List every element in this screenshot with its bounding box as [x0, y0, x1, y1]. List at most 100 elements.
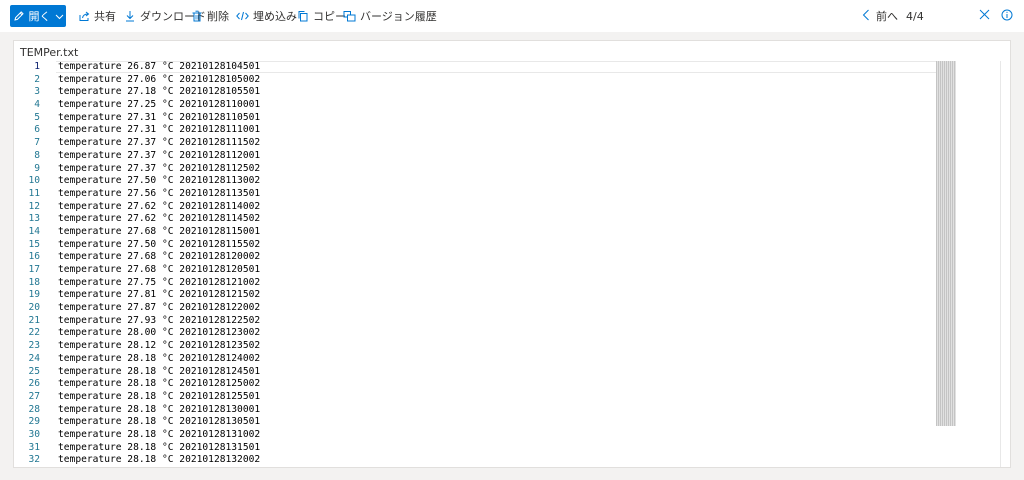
editor-line[interactable]: 7 temperature 27.37 °C 20210128111502 [14, 137, 260, 150]
line-number: 24 [28, 352, 40, 364]
editor-line[interactable]: 18 temperature 27.75 °C 20210128121002 [14, 277, 260, 290]
editor-line[interactable]: 9 temperature 27.37 °C 20210128112502 [14, 163, 260, 176]
line-text: temperature 28.18 °C 20210128131002 [58, 428, 261, 440]
close-button[interactable] [976, 8, 992, 24]
editor-line[interactable]: 3 temperature 27.18 °C 20210128105501 [14, 86, 260, 99]
line-number: 1 [34, 61, 40, 72]
line-number: 6 [34, 124, 40, 136]
command-bar: 開く 共有 ダウンロード 削除 埋め込み コピー バージョン履歴 前へ 4/4 [0, 0, 1024, 32]
line-text: temperature 28.12 °C 20210128123502 [58, 340, 261, 352]
editor-line[interactable]: 17 temperature 27.68 °C 20210128120501 [14, 264, 260, 277]
editor-line[interactable]: 20 temperature 27.87 °C 20210128122002 [14, 302, 260, 315]
line-number: 19 [28, 289, 40, 301]
close-icon [979, 9, 990, 23]
delete-label: 削除 [207, 10, 229, 23]
line-text: temperature 27.75 °C 20210128121002 [58, 276, 261, 288]
line-number: 28 [28, 403, 40, 415]
open-button-label: 開く [28, 10, 51, 23]
editor-line[interactable]: 24 temperature 28.18 °C 20210128124002 [14, 353, 260, 366]
line-number: 17 [28, 264, 40, 275]
line-text: temperature 28.18 °C 20210128132002 [58, 454, 261, 466]
embed-icon [236, 10, 249, 22]
editor-line[interactable]: 4 temperature 27.25 °C 20210128110001 [14, 99, 260, 112]
line-text: temperature 27.62 °C 20210128114002 [58, 200, 261, 212]
line-number: 18 [28, 276, 40, 288]
editor-lines: 1 temperature 26.87 °C 20210128104501 2 tem… [14, 61, 260, 467]
editor-line[interactable]: 5 temperature 27.31 °C 20210128110501 [14, 112, 260, 125]
line-text: temperature 27.62 °C 20210128114502 [58, 213, 261, 225]
line-number: 10 [28, 175, 40, 187]
line-text: temperature 28.18 °C 20210128130001 [58, 403, 261, 415]
line-text: temperature 27.87 °C 20210128122002 [58, 302, 261, 314]
info-button[interactable] [999, 8, 1015, 24]
code-editor[interactable]: 1 temperature 26.87 °C 20210128104501 2 tem… [14, 61, 1010, 467]
copy-button[interactable]: コピー [297, 8, 346, 24]
line-text: temperature 27.31 °C 20210128110501 [58, 111, 261, 123]
editor-line[interactable]: 11 temperature 27.56 °C 20210128113501 [14, 188, 260, 201]
editor-line[interactable]: 23 temperature 28.12 °C 20210128123502 [14, 340, 260, 353]
editor-line[interactable]: 16 temperature 27.68 °C 20210128120002 [14, 251, 260, 264]
editor-line[interactable]: 26 temperature 28.18 °C 20210128125002 [14, 378, 260, 391]
line-number: 9 [34, 162, 40, 174]
share-button[interactable]: 共有 [78, 8, 116, 24]
minimap-slider[interactable] [936, 61, 956, 426]
line-text: temperature 27.25 °C 20210128110001 [58, 99, 261, 111]
line-number: 21 [28, 314, 40, 326]
line-text: temperature 28.18 °C 20210128125501 [58, 390, 261, 402]
editor-line[interactable]: 25 temperature 28.18 °C 20210128124501 [14, 366, 260, 379]
embed-label: 埋め込み [253, 10, 297, 23]
editor-line[interactable]: 32 temperature 28.18 °C 20210128132002 [14, 454, 260, 467]
editor-line[interactable]: 19 temperature 27.81 °C 20210128121502 [14, 289, 260, 302]
line-text: temperature 26.87 °C 20210128104501 [58, 61, 261, 72]
line-number: 29 [28, 416, 40, 428]
editor-line[interactable]: 28 temperature 28.18 °C 20210128130001 [14, 404, 260, 417]
line-text: temperature 27.68 °C 20210128120501 [58, 264, 261, 275]
editor-line[interactable]: 14 temperature 27.68 °C 20210128115001 [14, 226, 260, 239]
open-button[interactable]: 開く [10, 5, 66, 27]
editor-line[interactable]: 1 temperature 26.87 °C 20210128104501 [14, 61, 260, 74]
share-label: 共有 [94, 10, 116, 23]
embed-button[interactable]: 埋め込み [236, 8, 297, 24]
editor-line[interactable]: 15 temperature 27.50 °C 20210128115502 [14, 239, 260, 252]
editor-line[interactable]: 22 temperature 28.00 °C 20210128123002 [14, 327, 260, 340]
line-number: 31 [28, 441, 40, 453]
version-history-button[interactable]: バージョン履歴 [343, 8, 437, 24]
chevron-left-icon [862, 9, 870, 24]
editor-line[interactable]: 27 temperature 28.18 °C 20210128125501 [14, 391, 260, 404]
line-text: temperature 27.50 °C 20210128115502 [58, 238, 261, 250]
line-number: 25 [28, 365, 40, 377]
line-number: 8 [34, 149, 40, 161]
line-number: 14 [28, 225, 40, 237]
chevron-down-icon [55, 12, 64, 21]
delete-button[interactable]: 削除 [191, 8, 229, 24]
line-number: 11 [28, 187, 40, 199]
copy-icon [297, 10, 309, 22]
pencil-icon [13, 10, 25, 22]
editor-line[interactable]: 12 temperature 27.62 °C 20210128114002 [14, 201, 260, 214]
line-text: temperature 27.18 °C 20210128105501 [58, 86, 261, 98]
share-icon [78, 10, 90, 22]
line-text: temperature 27.93 °C 20210128122502 [58, 314, 261, 326]
editor-line[interactable]: 30 temperature 28.18 °C 20210128131002 [14, 429, 260, 442]
editor-line[interactable]: 31 temperature 28.18 °C 20210128131501 [14, 442, 260, 455]
prev-button[interactable]: 前へ [862, 8, 898, 24]
page-counter-text: 4/4 [906, 9, 924, 23]
vertical-scrollbar[interactable] [1000, 61, 1001, 467]
line-number: 7 [34, 137, 40, 149]
editor-line[interactable]: 29 temperature 28.18 °C 20210128130501 [14, 416, 260, 429]
editor-line[interactable]: 13 temperature 27.62 °C 20210128114502 [14, 213, 260, 226]
line-text: temperature 28.00 °C 20210128123002 [58, 327, 261, 339]
line-number: 2 [34, 73, 40, 85]
copy-label: コピー [313, 10, 346, 23]
download-icon [124, 10, 136, 22]
editor-line[interactable]: 10 temperature 27.50 °C 20210128113002 [14, 175, 260, 188]
editor-line[interactable]: 2 temperature 27.06 °C 20210128105002 [14, 74, 260, 87]
line-number: 5 [34, 111, 40, 123]
version-history-icon [343, 10, 356, 22]
line-number: 26 [28, 378, 40, 390]
editor-line[interactable]: 21 temperature 27.93 °C 20210128122502 [14, 315, 260, 328]
line-text: temperature 28.18 °C 20210128130501 [58, 416, 261, 428]
version-history-label: バージョン履歴 [360, 10, 437, 23]
editor-line[interactable]: 6 temperature 27.31 °C 20210128111001 [14, 124, 260, 137]
editor-line[interactable]: 8 temperature 27.37 °C 20210128112001 [14, 150, 260, 163]
